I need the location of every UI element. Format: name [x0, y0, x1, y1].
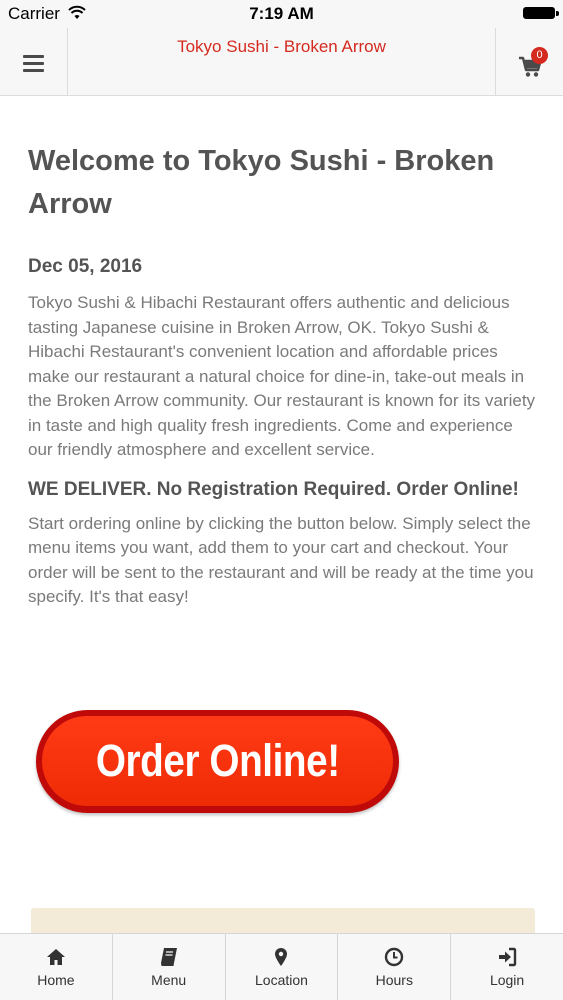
status-bar: Carrier 7:19 AM — [0, 0, 563, 28]
order-online-label: Order Online! — [95, 735, 340, 786]
tab-label: Menu — [151, 972, 187, 988]
order-online-button-face: Order Online! — [42, 716, 393, 806]
cart-count-badge: 0 — [531, 47, 548, 64]
map-marker-icon — [275, 948, 288, 966]
home-icon — [46, 949, 65, 965]
tab-label: Hours — [375, 972, 413, 988]
hamburger-line — [23, 62, 44, 65]
tab-location[interactable]: Location — [226, 934, 339, 1000]
sign-in-icon — [499, 947, 517, 967]
hamburger-line — [23, 55, 44, 58]
cart-button[interactable]: 0 — [495, 28, 563, 95]
tab-hours[interactable]: Hours — [338, 934, 452, 1000]
order-online-button[interactable]: Order Online! — [36, 710, 399, 813]
clock-icon — [385, 947, 404, 967]
battery-icon — [523, 7, 559, 19]
header-title: Tokyo Sushi - Broken Arrow — [177, 37, 386, 56]
bottom-tab-bar: Home Menu Location Hours Login — [0, 933, 563, 1000]
tab-label: Home — [37, 972, 75, 988]
app-header: Tokyo Sushi - Broken Arrow 0 — [0, 28, 563, 96]
hamburger-line — [23, 69, 44, 72]
tab-login[interactable]: Login — [451, 934, 563, 1000]
status-time: 7:19 AM — [249, 4, 314, 23]
book-icon — [160, 948, 177, 966]
menu-toggle-button[interactable] — [0, 28, 68, 95]
ordering-instructions: Start ordering online by clicking the bu… — [28, 513, 534, 607]
tab-menu[interactable]: Menu — [113, 934, 226, 1000]
delivery-heading: WE DELIVER. No Registration Required. Or… — [28, 478, 519, 500]
post-date: Dec 05, 2016 — [28, 256, 143, 277]
tab-label: Location — [255, 972, 308, 988]
page-title: Welcome to Tokyo Sushi - Broken Arrow — [28, 145, 495, 220]
tab-home[interactable]: Home — [0, 934, 113, 1000]
restaurant-description: Tokyo Sushi & Hibachi Restaurant offers … — [28, 293, 536, 459]
tab-label: Login — [489, 972, 525, 988]
main-content: Welcome to Tokyo Sushi - Broken Arrow De… — [28, 140, 538, 610]
app-screen: Carrier 7:19 AM Tokyo Sushi - Broken Arr… — [0, 0, 563, 1000]
